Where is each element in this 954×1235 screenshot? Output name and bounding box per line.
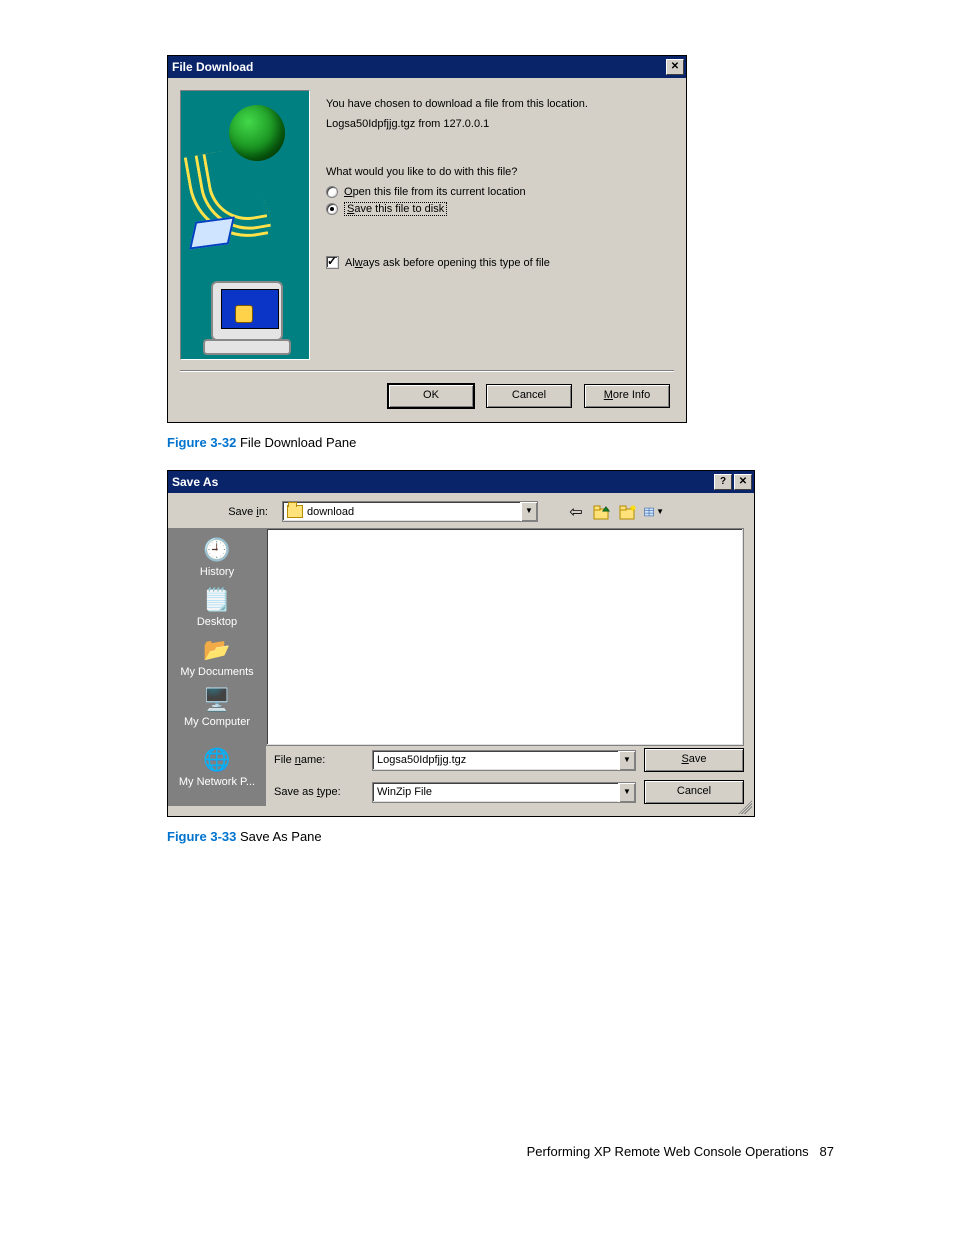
places-my-computer[interactable]: 🖥️ My Computer [171, 684, 263, 732]
titlebar: File Download ✕ [168, 56, 686, 78]
saveastype-combo[interactable]: WinZip File ▼ [372, 782, 636, 803]
save-in-combo[interactable]: download ▼ [282, 501, 538, 522]
save-in-label: Save in: [178, 506, 274, 518]
always-ask-label: Always ask before opening this type of f… [345, 257, 550, 269]
places-my-documents[interactable]: 📂 My Documents [171, 634, 263, 682]
file-list[interactable] [266, 528, 744, 746]
more-info-button[interactable]: More Info [584, 384, 670, 408]
download-prompt: What would you like to do with this file… [326, 166, 674, 178]
titlebar: Save As ? ✕ [168, 471, 754, 493]
radio-icon [326, 186, 338, 198]
checkbox-icon [326, 256, 339, 269]
filename-input[interactable]: Logsa50Idpfjjg.tgz ▼ [372, 750, 636, 771]
chevron-down-icon[interactable]: ▼ [618, 751, 635, 770]
filename-value: Logsa50Idpfjjg.tgz [377, 754, 466, 766]
download-illustration [180, 90, 310, 360]
places-history[interactable]: 🕘 History [171, 534, 263, 582]
dialog-title: File Download [172, 60, 253, 74]
option-open-file[interactable]: Open this file from its current location [326, 186, 674, 198]
ok-button[interactable]: OK [388, 384, 474, 408]
new-folder-icon[interactable] [618, 503, 638, 521]
close-icon[interactable]: ✕ [666, 59, 684, 75]
close-icon[interactable]: ✕ [734, 474, 752, 490]
view-menu-icon[interactable]: ▼ [644, 504, 664, 520]
saveastype-label: Save as type: [274, 786, 364, 798]
download-message: You have chosen to download a file from … [326, 98, 674, 110]
chevron-down-icon[interactable]: ▼ [520, 502, 537, 521]
help-icon[interactable]: ? [714, 474, 732, 490]
radio-icon [326, 203, 338, 215]
figure-caption-1: Figure 3-32 File Download Pane [167, 435, 954, 450]
dialog-title: Save As [172, 475, 218, 489]
cancel-button[interactable]: Cancel [644, 780, 744, 804]
figure-caption-2: Figure 3-33 Save As Pane [167, 829, 954, 844]
places-desktop[interactable]: 🗒️ Desktop [171, 584, 263, 632]
option-save-file[interactable]: Save this file to disk [326, 202, 674, 216]
history-icon: 🕘 [201, 536, 233, 564]
save-in-value: download [307, 506, 354, 518]
my-network-icon: 🌐 [201, 746, 233, 774]
always-ask-checkbox[interactable]: Always ask before opening this type of f… [326, 256, 674, 269]
option-save-label: Save this file to disk [344, 202, 447, 216]
download-source: Logsa50Idpfjjg.tgz from 127.0.0.1 [326, 118, 674, 130]
places-bar: 🕘 History 🗒️ Desktop 📂 My Documents 🖥️ M… [168, 528, 266, 746]
saveastype-value: WinZip File [377, 786, 432, 798]
up-one-level-icon[interactable] [592, 503, 612, 521]
chevron-down-icon[interactable]: ▼ [618, 783, 635, 802]
file-download-dialog: File Download ✕ You have chosen to downl… [167, 55, 687, 423]
save-button[interactable]: Save [644, 748, 744, 772]
places-bar-ext: 🌐 My Network P... [168, 746, 266, 806]
places-my-network[interactable]: 🌐 My Network P... [171, 746, 263, 792]
resize-grip-icon[interactable] [738, 800, 752, 814]
save-as-dialog: Save As ? ✕ Save in: download ▼ ⇦ [167, 470, 755, 817]
back-icon[interactable]: ⇦ [566, 502, 586, 522]
my-computer-icon: 🖥️ [201, 686, 233, 714]
cancel-button[interactable]: Cancel [486, 384, 572, 408]
my-documents-icon: 📂 [201, 636, 233, 664]
page-footer: Performing XP Remote Web Console Operati… [0, 864, 954, 1159]
desktop-icon: 🗒️ [201, 586, 233, 614]
folder-icon [287, 505, 303, 518]
option-open-label: Open this file from its current location [344, 186, 526, 198]
filename-label: File name: [274, 754, 364, 766]
